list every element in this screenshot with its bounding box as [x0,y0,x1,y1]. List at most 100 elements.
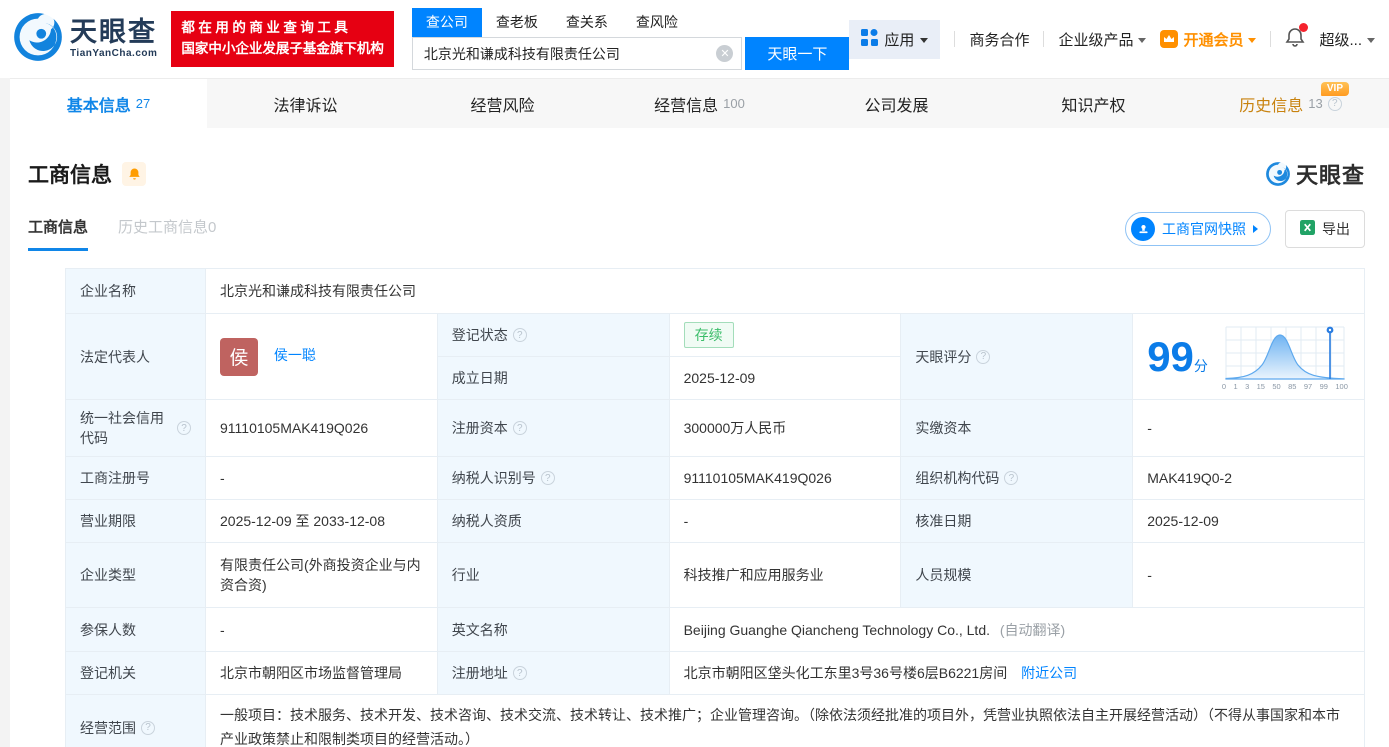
table-row: 企业类型 有限责任公司(外商投资企业与内资合资) 行业 科技推广和应用服务业 人… [65,542,1365,608]
score-unit: 分 [1193,357,1208,374]
tab-basic-info[interactable]: 基本信息 27 [10,79,207,128]
subtab-history-registration[interactable]: 历史工商信息0 [118,216,216,251]
score-value: 99 [1147,332,1194,380]
avatar[interactable]: 侯 [220,337,258,376]
nav-user-menu[interactable]: 超级... [1319,29,1375,50]
help-icon[interactable] [512,421,527,435]
field-label: 纳税人资质 [436,499,670,543]
field-label: 核准日期 [900,499,1134,543]
company-type-value: 有限责任公司(外商投资企业与内资合资) [205,542,438,608]
open-vip-label: 开通会员 [1183,31,1244,49]
field-label: 经营范围 [65,694,206,747]
export-button[interactable]: 导出 [1285,210,1365,248]
apps-label: 应用 [884,31,915,49]
divider [1043,31,1045,47]
legal-rep-link[interactable]: 侯一聪 [274,347,316,363]
help-icon[interactable] [141,720,155,735]
search-tab-relation[interactable]: 查关系 [552,8,622,37]
tab-intellectual-property[interactable]: 知识产权 [995,79,1192,128]
company-name-value: 北京光和谦成科技有限责任公司 [205,268,1365,314]
top-nav: 应用 商务合作 企业级产品 开通会员 超级... [849,19,1389,59]
notification-bell-icon[interactable] [1285,22,1309,52]
official-snapshot-button[interactable]: 工商官网快照 [1125,212,1271,246]
search-input[interactable] [423,45,717,62]
business-info-table: 企业名称 北京光和谦成科技有限责任公司 法定代表人 侯 侯一聪 登记状态 存续 … [65,268,1366,747]
legal-rep-cell: 侯 侯一聪 [205,313,438,400]
english-name-value: Beijing Guanghe Qiancheng Technology Co.… [683,621,990,638]
chevron-down-icon [920,37,929,43]
chevron-down-icon [1367,37,1375,43]
table-row: 经营范围 一般项目：技术服务、技术开发、技术咨询、技术交流、技术转让、技术推广；… [65,694,1365,747]
tab-business-info[interactable]: 经营信息 100 [601,79,798,128]
divider [954,31,956,47]
clear-icon[interactable]: ✕ [716,45,734,62]
address-value: 北京市朝阳区垡头化工东里3号36号楼6层B6221房间 [683,665,1008,681]
user-menu-label: 超级... [1319,31,1362,49]
page-edge [0,78,10,747]
credit-code-value: 91110105MAK419Q026 [205,399,438,457]
field-label: 企业类型 [65,542,206,608]
reg-capital-value: 300000万人民币 [668,399,902,457]
business-term-value: 2025-12-09 至 2033-12-08 [205,499,438,543]
help-icon[interactable] [512,328,527,342]
nav-open-vip[interactable]: 开通会员 [1160,29,1257,50]
header: 天眼查 TianYanCha.com 都在用的商业查询工具 国家中小企业发展子基… [0,0,1389,78]
taxpayer-id-value: 91110105MAK419Q026 [668,456,902,500]
field-label: 注册地址 [436,651,670,695]
tab-history-info[interactable]: VIP 历史信息 13 [1192,79,1389,128]
nav-enterprise[interactable]: 企业级产品 [1058,29,1147,50]
chevron-down-icon [1248,37,1257,43]
tianyancha-logo[interactable]: 天眼查 TianYanCha.com [12,11,157,68]
search-button[interactable]: 天眼一下 [745,37,850,70]
help-icon[interactable] [512,666,527,680]
tab-count: 100 [723,96,745,111]
watermark-logo: 天眼查 [1265,158,1365,190]
export-label: 导出 [1322,221,1350,237]
table-row: 企业名称 北京光和谦成科技有限责任公司 [65,268,1365,314]
tab-company-development[interactable]: 公司发展 [798,79,995,128]
authority-value: 北京市朝阳区市场监督管理局 [205,651,438,695]
score-axis-labels: 0 1 3 15 50 85 97 99 100 [1221,381,1348,391]
help-icon[interactable] [976,349,991,364]
brand-domain: TianYanCha.com [70,48,158,59]
arrow-right-icon [1253,225,1258,233]
staff-size-value: - [1132,542,1365,608]
help-icon[interactable] [177,421,191,435]
notification-dot [1299,22,1309,32]
paid-capital-value: - [1132,399,1365,457]
help-icon[interactable] [1327,96,1342,111]
org-code-value: MAK419Q0-2 [1132,456,1365,500]
field-label: 组织机构代码 [900,456,1134,500]
nearby-companies-link[interactable]: 附近公司 [1021,665,1077,681]
search-tab-boss[interactable]: 查老板 [482,8,552,37]
business-scope-value: 一般项目：技术服务、技术开发、技术咨询、技术交流、技术转让、技术推广；企业管理咨… [205,694,1365,747]
apps-menu[interactable]: 应用 [849,19,941,59]
chevron-down-icon [1138,37,1147,43]
search-tab-company[interactable]: 查公司 [411,8,482,37]
enterprise-label: 企业级产品 [1058,31,1134,49]
excel-icon [1300,220,1315,238]
tab-label: 基本信息 [66,97,131,115]
nav-cooperation[interactable]: 商务合作 [969,29,1029,50]
help-icon[interactable] [1004,471,1019,485]
subscribe-bell-icon[interactable] [122,162,146,186]
tab-legal-proceedings[interactable]: 法律诉讼 [207,79,404,128]
field-label: 统一社会信用代码 [65,399,206,457]
subtab-business-registration[interactable]: 工商信息 [28,216,89,251]
tab-label: 法律诉讼 [273,97,338,115]
field-label: 天眼评分 [900,313,1134,400]
status-badge: 存续 [683,322,734,348]
brand-name: 天眼查 [70,17,157,47]
tab-operation-risk[interactable]: 经营风险 [404,79,601,128]
table-row: 参保人数 - 英文名称 Beijing Guanghe Qiancheng Te… [65,607,1366,652]
taxpayer-quality-value: - [668,499,902,543]
field-label: 英文名称 [436,607,670,652]
score-cell[interactable]: 99分 0 1 3 15 50 85 97 99 100 [1132,313,1365,400]
field-label: 登记状态 [436,313,670,357]
slogan-line2: 国家中小企业发展子基金旗下机构 [181,41,384,56]
search-tabs: 查公司 查老板 查关系 查风险 [411,8,850,37]
reg-number-value: - [205,456,438,500]
table-row: 营业期限 2025-12-09 至 2033-12-08 纳税人资质 - 核准日… [65,499,1365,543]
search-tab-risk[interactable]: 查风险 [622,8,692,37]
help-icon[interactable] [540,471,555,485]
